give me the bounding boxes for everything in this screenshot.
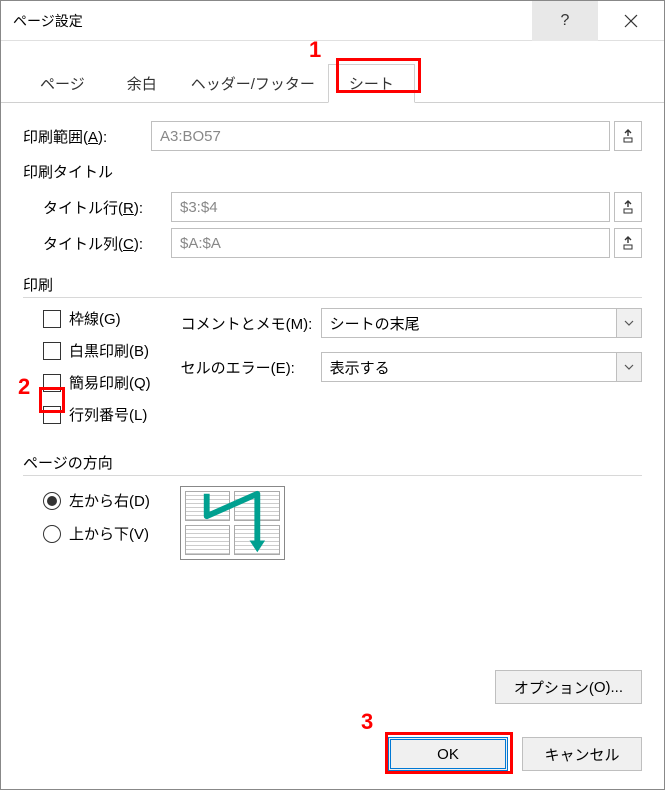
ltr-label: 左から右(D) — [69, 490, 150, 511]
ttb-radio[interactable] — [43, 525, 61, 543]
ttb-label: 上から下(V) — [69, 523, 149, 544]
print-area-row: 印刷範囲(A): A3:BO57 — [23, 121, 642, 151]
preview-cell — [185, 491, 231, 521]
title-cols-label: タイトル列(C): — [43, 233, 171, 254]
tab-header-footer[interactable]: ヘッダー/フッター — [178, 64, 328, 103]
content-area: 印刷範囲(A): A3:BO57 印刷タイトル タイトル行(R): $3:$4 — [1, 103, 664, 704]
tab-margins[interactable]: 余白 — [106, 64, 178, 103]
help-button[interactable]: ? — [532, 1, 598, 41]
callout-3: 3 — [361, 709, 373, 735]
checkbox-column: 枠線(G) 白黒印刷(B) 簡易印刷(Q) 行列番号(L) — [43, 308, 151, 436]
gridlines-checkbox[interactable] — [43, 310, 61, 328]
page-order-preview — [180, 486, 285, 560]
collapse-icon — [621, 200, 635, 214]
comments-combo-arrow[interactable] — [616, 308, 642, 338]
close-button[interactable] — [598, 1, 664, 41]
dialog-title: ページ設定 — [13, 11, 532, 31]
title-cols-collapse-button[interactable] — [614, 228, 642, 258]
comments-label: コメントとメモ(M): — [181, 313, 321, 334]
print-titles-label: 印刷タイトル — [23, 161, 642, 182]
page-order-label: ページの方向 — [23, 452, 642, 473]
errors-combo-arrow[interactable] — [616, 352, 642, 382]
tabs: ページ 余白 ヘッダー/フッター シート — [1, 63, 664, 103]
footer-buttons: OK キャンセル — [388, 737, 642, 771]
combo-column: コメントとメモ(M): シートの末尾 セルのエラー(E): 表示する — [181, 308, 642, 396]
cancel-button[interactable]: キャンセル — [522, 737, 642, 771]
close-icon — [624, 14, 638, 28]
collapse-icon — [621, 236, 635, 250]
bw-checkbox[interactable] — [43, 342, 61, 360]
collapse-icon — [621, 129, 635, 143]
print-area-input[interactable]: A3:BO57 — [151, 121, 610, 151]
title-rows-label: タイトル行(R): — [43, 197, 171, 218]
ok-button[interactable]: OK — [388, 737, 508, 771]
errors-row: セルのエラー(E): 表示する — [181, 352, 642, 382]
preview-cell — [234, 491, 280, 521]
ltr-row[interactable]: 左から右(D) — [43, 490, 150, 511]
title-rows-collapse-button[interactable] — [614, 192, 642, 222]
print-area-label: 印刷範囲(A): — [23, 126, 151, 147]
rowcol-checkbox[interactable] — [43, 406, 61, 424]
print-area-collapse-button[interactable] — [614, 121, 642, 151]
bw-label: 白黒印刷(B) — [69, 340, 149, 361]
chevron-down-icon — [624, 320, 634, 326]
print-section: 枠線(G) 白黒印刷(B) 簡易印刷(Q) 行列番号(L) — [23, 308, 642, 436]
rowcol-label: 行列番号(L) — [69, 404, 147, 425]
page-order-section: 左から右(D) 上から下(V) — [43, 486, 642, 560]
preview-cell — [185, 525, 231, 555]
title-cols-row: タイトル列(C): $A:$A — [43, 228, 642, 258]
titlebar: ページ設定 ? — [1, 1, 664, 41]
draft-row[interactable]: 簡易印刷(Q) — [43, 372, 151, 393]
divider — [23, 475, 642, 476]
gridlines-label: 枠線(G) — [69, 308, 121, 329]
title-rows-row: タイトル行(R): $3:$4 — [43, 192, 642, 222]
draft-checkbox[interactable] — [43, 374, 61, 392]
tab-sheet[interactable]: シート — [328, 64, 415, 103]
errors-label: セルのエラー(E): — [181, 357, 321, 378]
rowcol-row[interactable]: 行列番号(L) — [43, 404, 151, 425]
preview-cell — [234, 525, 280, 555]
errors-combo[interactable]: 表示する — [321, 352, 617, 382]
print-group-label: 印刷 — [23, 274, 642, 295]
page-setup-dialog: ページ設定 ? ページ 余白 ヘッダー/フッター シート 1 印刷範囲(A): … — [0, 0, 665, 790]
gridlines-row[interactable]: 枠線(G) — [43, 308, 151, 329]
comments-combo[interactable]: シートの末尾 — [321, 308, 617, 338]
radio-column: 左から右(D) 上から下(V) — [43, 490, 150, 556]
draft-label: 簡易印刷(Q) — [69, 372, 151, 393]
options-button[interactable]: オプション(O)... — [495, 670, 642, 704]
bw-row[interactable]: 白黒印刷(B) — [43, 340, 151, 361]
ltr-radio[interactable] — [43, 492, 61, 510]
comments-row: コメントとメモ(M): シートの末尾 — [181, 308, 642, 338]
options-row: オプション(O)... — [23, 670, 642, 704]
divider — [23, 297, 642, 298]
chevron-down-icon — [624, 364, 634, 370]
title-rows-input[interactable]: $3:$4 — [171, 192, 610, 222]
title-cols-input[interactable]: $A:$A — [171, 228, 610, 258]
tab-page[interactable]: ページ — [19, 64, 106, 103]
ttb-row[interactable]: 上から下(V) — [43, 523, 150, 544]
